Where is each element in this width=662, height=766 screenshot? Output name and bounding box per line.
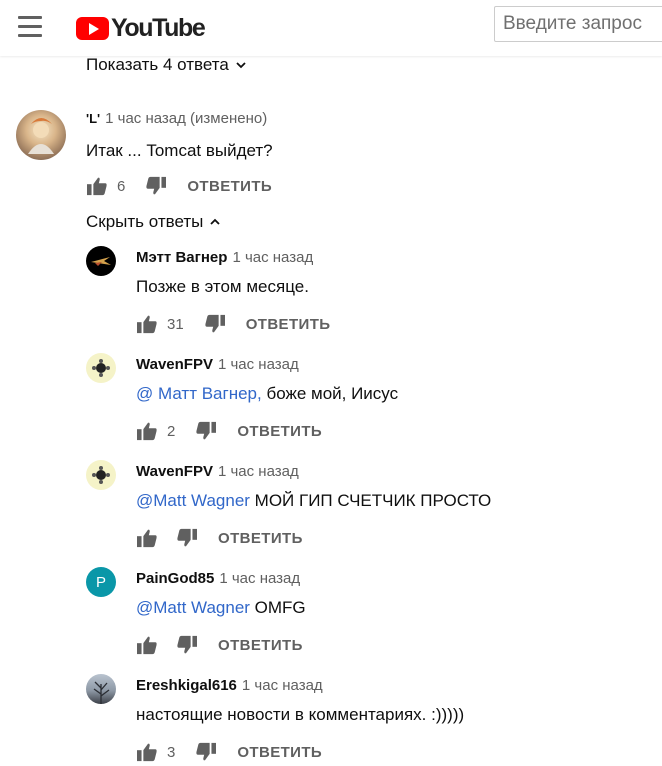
- dislike-icon[interactable]: [176, 635, 198, 655]
- avatar-letter: P: [95, 573, 106, 591]
- like-icon[interactable]: [86, 176, 108, 196]
- chevron-up-icon: [210, 218, 220, 225]
- chevron-down-icon: [236, 62, 246, 69]
- show-replies-button[interactable]: Показать 4 ответа: [86, 55, 246, 75]
- youtube-play-icon: [76, 17, 109, 40]
- avatar[interactable]: [86, 460, 116, 490]
- like-icon[interactable]: [136, 635, 158, 655]
- reply-actions: 3 ОТВЕТИТЬ: [136, 741, 322, 763]
- avatar-image: [92, 466, 110, 484]
- like-icon[interactable]: [136, 528, 158, 548]
- hamburger-menu-icon[interactable]: [18, 16, 44, 38]
- reply-time[interactable]: 1 час назад: [219, 570, 300, 587]
- avatar-image: [91, 257, 111, 266]
- show-replies-label: Показать 4 ответа: [86, 55, 229, 74]
- reply-button[interactable]: ОТВЕТИТЬ: [237, 423, 322, 440]
- reply-button[interactable]: ОТВЕТИТЬ: [218, 530, 303, 547]
- reply-button[interactable]: ОТВЕТИТЬ: [246, 316, 331, 333]
- reply-button[interactable]: ОТВЕТИТЬ: [187, 178, 272, 195]
- comment-author[interactable]: 'L': [86, 111, 100, 126]
- reply-text-body: OMFG: [249, 598, 306, 617]
- reply-text: @Matt Wagner OMFG: [136, 598, 306, 618]
- hide-replies-label: Скрыть ответы: [86, 212, 204, 231]
- mention-link[interactable]: @ Матт Вагнер,: [136, 384, 262, 403]
- reply-text: настоящие новости в комментариях. :))))): [136, 705, 464, 725]
- reply-time[interactable]: 1 час назад: [242, 677, 323, 694]
- reply-header: PainGod85 1 час назад: [136, 570, 300, 587]
- reply-time[interactable]: 1 час назад: [218, 356, 299, 373]
- dislike-icon[interactable]: [176, 528, 198, 548]
- reply-text-body: МОЙ ГИП СЧЕТЧИК ПРОСТО: [249, 491, 492, 510]
- reply-author[interactable]: WavenFPV: [136, 356, 213, 373]
- reply-text: Позже в этом месяце.: [136, 277, 309, 297]
- reply-actions: ОТВЕТИТЬ: [136, 634, 303, 656]
- dislike-icon[interactable]: [204, 314, 226, 334]
- like-count: 3: [167, 743, 176, 761]
- reply-button[interactable]: ОТВЕТИТЬ: [237, 744, 322, 761]
- logo-text: YouTube: [111, 14, 206, 42]
- like-count: 31: [167, 315, 184, 333]
- avatar[interactable]: [86, 674, 116, 704]
- comment-header: 'L' 1 час назад (изменено): [86, 110, 267, 127]
- reply-text: @Matt Wagner МОЙ ГИП СЧЕТЧИК ПРОСТО: [136, 491, 491, 511]
- reply-actions: ОТВЕТИТЬ: [136, 527, 303, 549]
- dislike-icon[interactable]: [195, 421, 217, 441]
- mention-link[interactable]: @Matt Wagner: [136, 598, 250, 617]
- reply-text-body: боже мой, Иисус: [261, 384, 399, 403]
- reply-author[interactable]: Ereshkigal616: [136, 677, 237, 694]
- dislike-icon[interactable]: [145, 176, 167, 196]
- reply-author[interactable]: PainGod85: [136, 570, 214, 587]
- reply-header: Мэтт Вагнер 1 час назад: [136, 249, 313, 266]
- avatar[interactable]: [86, 353, 116, 383]
- avatar[interactable]: [16, 110, 66, 160]
- top-bar: YouTube: [0, 0, 662, 56]
- search-input[interactable]: [494, 6, 662, 42]
- like-count: 2: [167, 422, 176, 440]
- reply-text: @ Матт Вагнер, боже мой, Иисус: [136, 384, 398, 404]
- youtube-logo[interactable]: YouTube: [76, 14, 206, 43]
- avatar[interactable]: [86, 246, 116, 276]
- reply-text-body: настоящие новости в комментариях. :))))): [136, 705, 465, 724]
- reply-author[interactable]: WavenFPV: [136, 463, 213, 480]
- like-icon[interactable]: [136, 421, 158, 441]
- reply-text-body: Позже в этом месяце.: [136, 277, 309, 296]
- avatar-image: [92, 359, 110, 377]
- reply-header: WavenFPV 1 час назад: [136, 356, 299, 373]
- avatar[interactable]: P: [86, 567, 116, 597]
- avatar-image: [28, 118, 54, 154]
- reply-author[interactable]: Мэтт Вагнер: [136, 249, 227, 266]
- mention-link[interactable]: @Matt Wagner: [136, 491, 250, 510]
- comment-time[interactable]: 1 час назад (изменено): [105, 110, 267, 127]
- like-icon[interactable]: [136, 742, 158, 762]
- dislike-icon[interactable]: [195, 742, 217, 762]
- hide-replies-button[interactable]: Скрыть ответы: [86, 212, 220, 232]
- reply-time[interactable]: 1 час назад: [218, 463, 299, 480]
- like-count: 6: [117, 177, 126, 195]
- comment-actions: 6 ОТВЕТИТЬ: [86, 175, 272, 197]
- reply-button[interactable]: ОТВЕТИТЬ: [218, 637, 303, 654]
- comment-text: Итак ... Tomcat выйдет?: [86, 141, 273, 160]
- reply-time[interactable]: 1 час назад: [232, 249, 313, 266]
- reply-header: WavenFPV 1 час назад: [136, 463, 299, 480]
- reply-actions: 2 ОТВЕТИТЬ: [136, 420, 322, 442]
- avatar-image: [93, 681, 110, 704]
- like-icon[interactable]: [136, 314, 158, 334]
- reply-actions: 31 ОТВЕТИТЬ: [136, 313, 330, 335]
- reply-header: Ereshkigal616 1 час назад: [136, 677, 323, 694]
